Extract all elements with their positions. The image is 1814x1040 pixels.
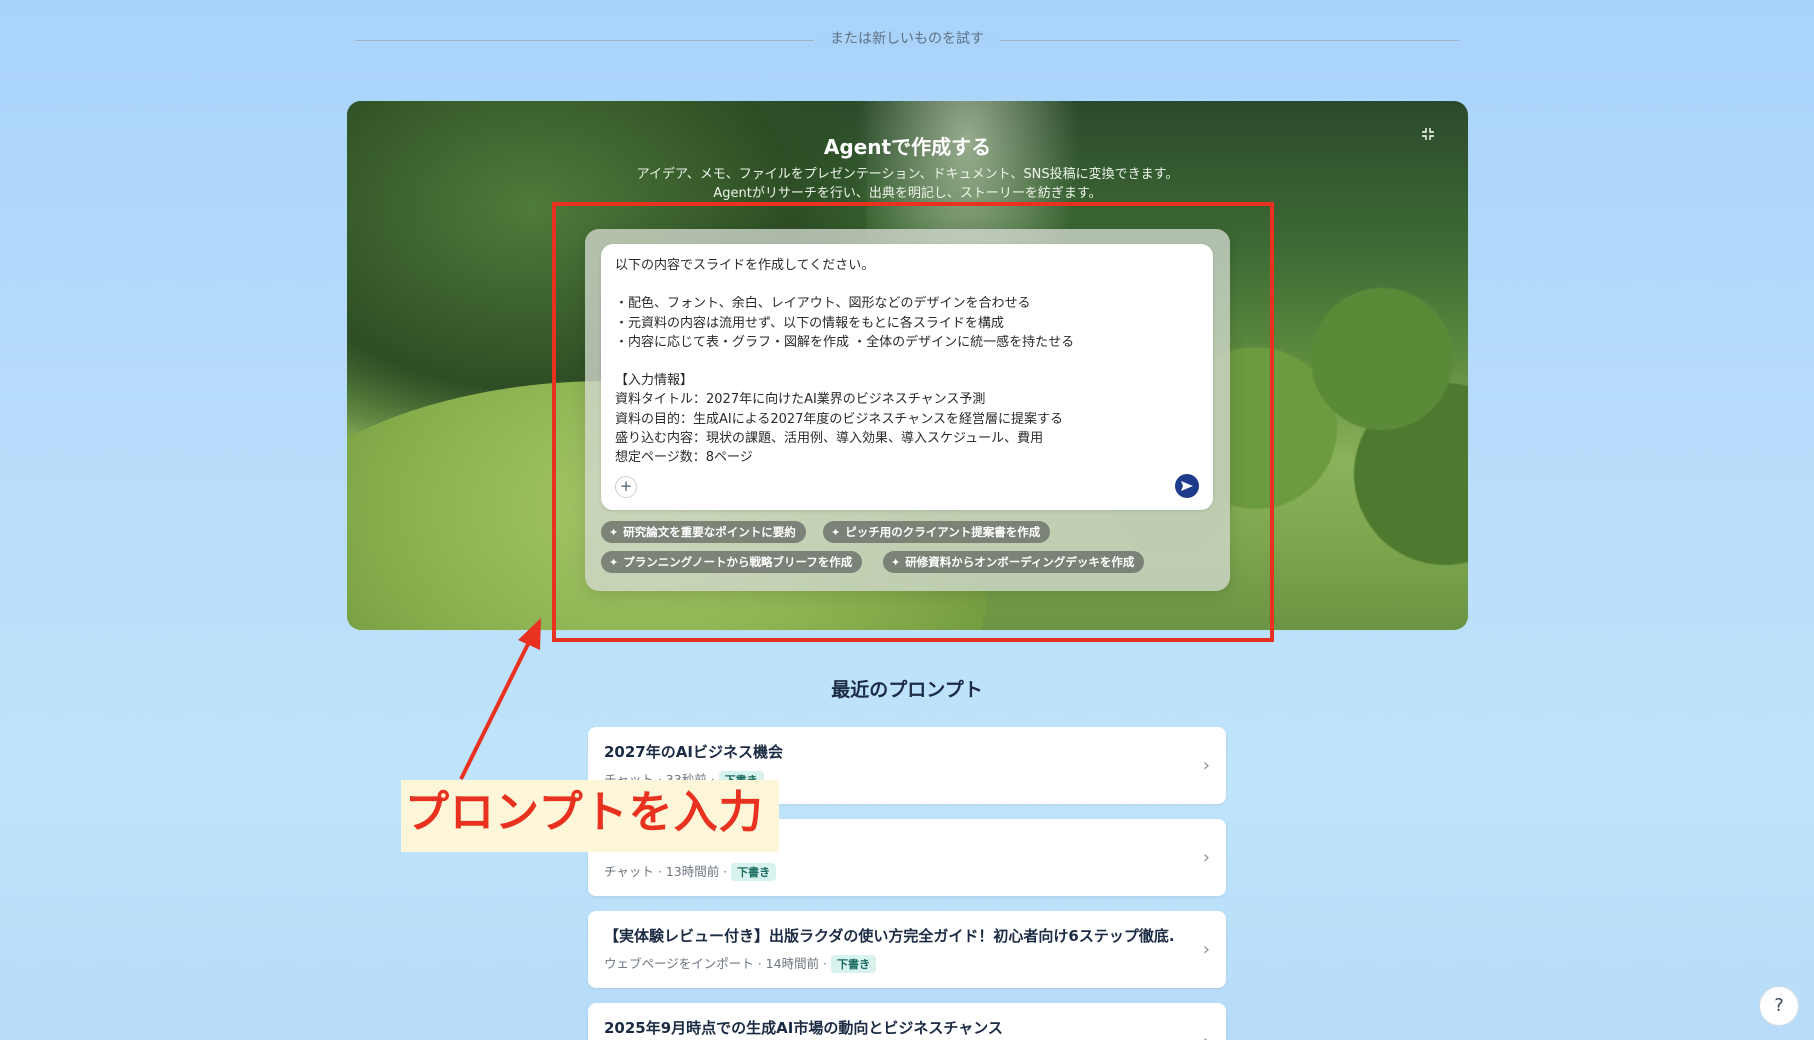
- recent-prompt-card[interactable]: 【実体験レビュー付き】出版ラクダの使い方完全ガイド！初心者向け6ステップ徹底..…: [588, 911, 1226, 988]
- draft-badge: 下書き: [731, 863, 777, 881]
- card-title: 【実体験レビュー付き】出版ラクダの使い方完全ガイド！初心者向け6ステップ徹底..…: [604, 927, 1174, 945]
- draft-badge: 下書き: [831, 955, 877, 973]
- chevron-right-icon: ›: [1202, 847, 1210, 868]
- help-button[interactable]: ?: [1759, 986, 1799, 1026]
- card-meta: ウェブページをインポート · 14時間前 · 下書き: [604, 953, 877, 973]
- chevron-right-icon: ›: [1203, 1031, 1210, 1040]
- recent-prompt-card[interactable]: 2025年9月時点での生成AI市場の動向とビジネスチャンス ›: [588, 1003, 1226, 1040]
- chevron-right-icon: ›: [1202, 939, 1210, 960]
- recent-prompts-title: 最近のプロンプト: [831, 679, 983, 701]
- card-title: 2027年のAIビジネス機会: [604, 743, 783, 761]
- card-meta: チャット · 13時間前 · 下書き: [604, 861, 777, 881]
- chevron-right-icon: ›: [1202, 755, 1210, 776]
- annotation-label: プロンプトを入力: [405, 787, 764, 838]
- card-title: 2025年9月時点での生成AI市場の動向とビジネスチャンス: [604, 1019, 1003, 1037]
